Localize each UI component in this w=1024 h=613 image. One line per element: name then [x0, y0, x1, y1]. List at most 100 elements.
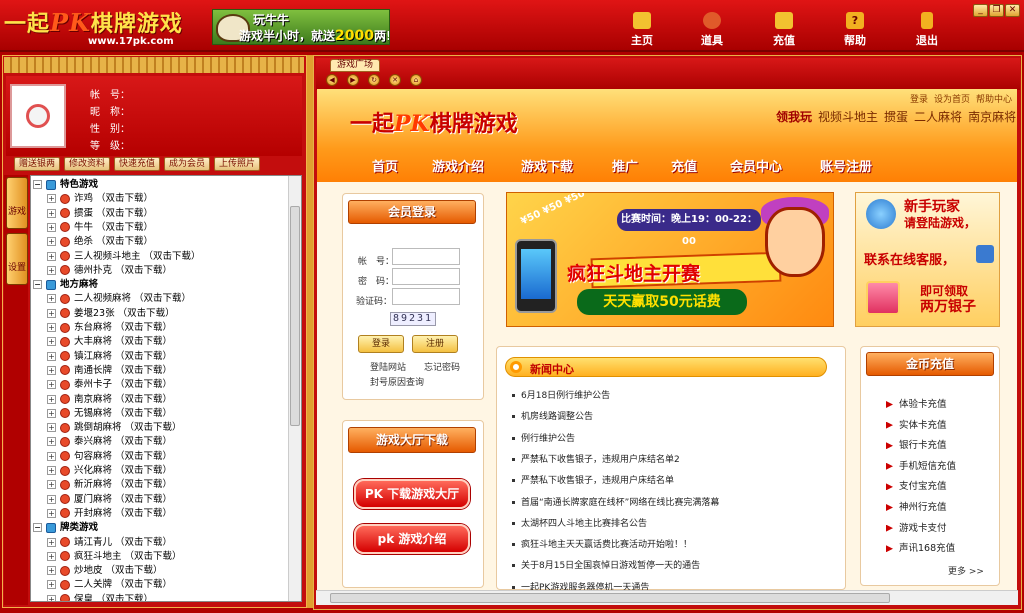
home-small-icon[interactable]: ⌂	[410, 74, 422, 86]
menu-recharge[interactable]: 充值	[671, 156, 697, 175]
link-login[interactable]: 登录	[910, 95, 928, 105]
register-button[interactable]: 注册	[412, 335, 458, 353]
login-site-link[interactable]: 登陆网站	[370, 360, 406, 373]
recharge-item[interactable]: 游戏卡支付	[886, 520, 947, 534]
newbie-ad[interactable]: 新手玩家 请登陆游戏， 联系在线客服， 即可领取 两万银子	[855, 192, 1000, 327]
captcha-input[interactable]	[392, 288, 460, 305]
avatar[interactable]	[10, 84, 66, 148]
more-recharge-link[interactable]: 更多 >>	[948, 564, 984, 577]
news-item[interactable]: 疯狂斗地主天天赢话费比赛活动开始啦！！	[512, 537, 692, 550]
expand-toggle-icon[interactable]: +	[47, 308, 56, 318]
tree-scroll-thumb[interactable]	[290, 206, 300, 426]
expand-toggle-icon[interactable]: +	[47, 466, 56, 475]
expand-toggle-icon[interactable]: +	[47, 194, 56, 204]
tree-game-item[interactable]: + 保皇 （双击下载）	[47, 593, 153, 601]
expand-toggle-icon[interactable]: −	[33, 523, 42, 533]
login-button[interactable]: 登录	[358, 335, 404, 353]
tree-game-item[interactable]: + 无锡麻将 （双击下载）	[47, 407, 172, 421]
edit-profile-button[interactable]: 修改资料	[64, 157, 110, 171]
expand-toggle-icon[interactable]: +	[47, 594, 56, 601]
tree-game-item[interactable]: + 掼蛋 （双击下载）	[47, 207, 153, 221]
expand-toggle-icon[interactable]: +	[47, 323, 56, 332]
news-item[interactable]: 首届“南通长牌家庭在线杯”网络在线比赛完满落幕	[512, 495, 719, 508]
nav-help-button[interactable]: ? 帮助	[827, 12, 883, 48]
tree-game-item[interactable]: + 镇江麻将 （双击下载）	[47, 350, 172, 364]
nav-props-button[interactable]: 道具	[684, 12, 740, 48]
restore-button[interactable]: ❐	[989, 4, 1004, 17]
recharge-item[interactable]: 神州行充值	[886, 499, 947, 513]
expand-toggle-icon[interactable]: +	[47, 337, 56, 347]
link-set-home[interactable]: 设为首页	[934, 95, 970, 105]
nav-recharge-button[interactable]: 充值	[756, 12, 812, 48]
expand-toggle-icon[interactable]: +	[47, 451, 56, 461]
link-help[interactable]: 帮助中心	[976, 95, 1012, 105]
tree-category[interactable]: − 特色游戏	[33, 178, 98, 192]
expand-toggle-icon[interactable]: +	[47, 265, 56, 275]
upload-photo-button[interactable]: 上传照片	[214, 157, 260, 171]
nav-exit-button[interactable]: 退出	[899, 12, 955, 48]
expand-toggle-icon[interactable]: +	[47, 580, 56, 590]
close-button[interactable]: ✕	[1005, 4, 1020, 17]
tree-game-item[interactable]: + 三人视频斗地主 （双击下载）	[47, 250, 201, 264]
news-item[interactable]: 严禁私下收售银子，违规用户床结名单	[512, 473, 674, 486]
tree-game-item[interactable]: + 新沂麻将 （双击下载）	[47, 478, 172, 492]
expand-toggle-icon[interactable]: +	[47, 222, 56, 232]
tree-game-item[interactable]: + 二人关牌 （双击下载）	[47, 578, 172, 592]
tree-game-item[interactable]: + 跳倒胡麻将 （双击下载）	[47, 421, 182, 435]
expand-toggle-icon[interactable]: +	[47, 208, 56, 218]
expand-toggle-icon[interactable]: +	[47, 237, 56, 247]
expand-toggle-icon[interactable]: +	[47, 566, 56, 576]
forward-icon[interactable]: ▶	[347, 74, 359, 86]
recharge-item[interactable]: 声讯168充值	[886, 540, 955, 554]
tree-game-item[interactable]: + 疯狂斗地主 （双击下载）	[47, 550, 182, 564]
account-input[interactable]	[392, 248, 460, 265]
expand-toggle-icon[interactable]: +	[47, 408, 56, 418]
captcha-image[interactable]: 89231	[390, 312, 436, 326]
tree-game-item[interactable]: + 二人视频麻将 （双击下载）	[47, 292, 191, 306]
news-item[interactable]: 6月18日例行维护公告	[512, 388, 610, 401]
tree-game-item[interactable]: + 炒地皮 （双击下载）	[47, 564, 163, 578]
download-lobby-button[interactable]: PK 下载游戏大厅	[354, 479, 470, 509]
expand-toggle-icon[interactable]: +	[47, 508, 56, 518]
tree-game-item[interactable]: + 兴化麻将 （双击下载）	[47, 464, 172, 478]
hot-game-link[interactable]: 南京麻将	[968, 110, 1016, 124]
recharge-item[interactable]: 实体卡充值	[886, 417, 947, 431]
site-logo[interactable]: 一起PK棋牌游戏	[350, 106, 518, 138]
password-input[interactable]	[392, 268, 460, 285]
news-item[interactable]: 太湖杯四人斗地主比赛排名公告	[512, 516, 647, 529]
hot-game-link[interactable]: 视频斗地主	[818, 110, 878, 124]
tree-game-item[interactable]: + 开封麻将 （双击下载）	[47, 507, 172, 521]
menu-home[interactable]: 首页	[372, 156, 398, 175]
expand-toggle-icon[interactable]: +	[47, 380, 56, 390]
menu-game-intro[interactable]: 游戏介绍	[432, 156, 484, 175]
expand-toggle-icon[interactable]: +	[47, 437, 56, 447]
tree-game-item[interactable]: + 德州扑克 （双击下载）	[47, 264, 172, 278]
become-member-button[interactable]: 成为会员	[164, 157, 210, 171]
recharge-item[interactable]: 体验卡充值	[886, 396, 947, 410]
tree-game-item[interactable]: + 姜堰23张 （双击下载）	[47, 307, 175, 321]
tree-game-item[interactable]: + 泰州卡子 （双击下载）	[47, 378, 172, 392]
menu-game-download[interactable]: 游戏下载	[521, 156, 573, 175]
tree-game-item[interactable]: + 东台麻将 （双击下载）	[47, 321, 172, 335]
recharge-item[interactable]: 支付宝充值	[886, 478, 947, 492]
expand-toggle-icon[interactable]: +	[47, 480, 56, 490]
quick-recharge-button[interactable]: 快速充值	[114, 157, 160, 171]
forgot-password-link[interactable]: 忘记密码	[424, 360, 460, 373]
back-icon[interactable]: ◀	[326, 74, 338, 86]
promo-banner[interactable]: ¥50 ¥50 ¥50 ¥50 比赛时间：晚上19：00-22：00 疯狂斗地主…	[506, 192, 834, 327]
expand-toggle-icon[interactable]: +	[47, 537, 56, 547]
nav-home-button[interactable]: 主页	[614, 12, 670, 48]
menu-register[interactable]: 账号注册	[820, 156, 872, 175]
stop-icon[interactable]: ✕	[389, 74, 401, 86]
news-item[interactable]: 机房线路调整公告	[512, 409, 593, 422]
tree-game-item[interactable]: + 牛牛 （双击下载）	[47, 221, 153, 235]
news-item[interactable]: 严禁私下收售银子，违规用户床结名单2	[512, 452, 680, 465]
web-hscrollbar[interactable]	[316, 590, 1018, 605]
expand-toggle-icon[interactable]: +	[47, 394, 56, 404]
expand-toggle-icon[interactable]: +	[47, 494, 56, 504]
news-item[interactable]: 例行维护公告	[512, 431, 575, 444]
recharge-item[interactable]: 银行卡充值	[886, 437, 947, 451]
tree-game-item[interactable]: + 南通长牌 （双击下载）	[47, 364, 172, 378]
hot-game-link[interactable]: 二人麻将	[914, 110, 962, 124]
tree-game-item[interactable]: + 靖江青儿 （双击下载）	[47, 536, 172, 550]
